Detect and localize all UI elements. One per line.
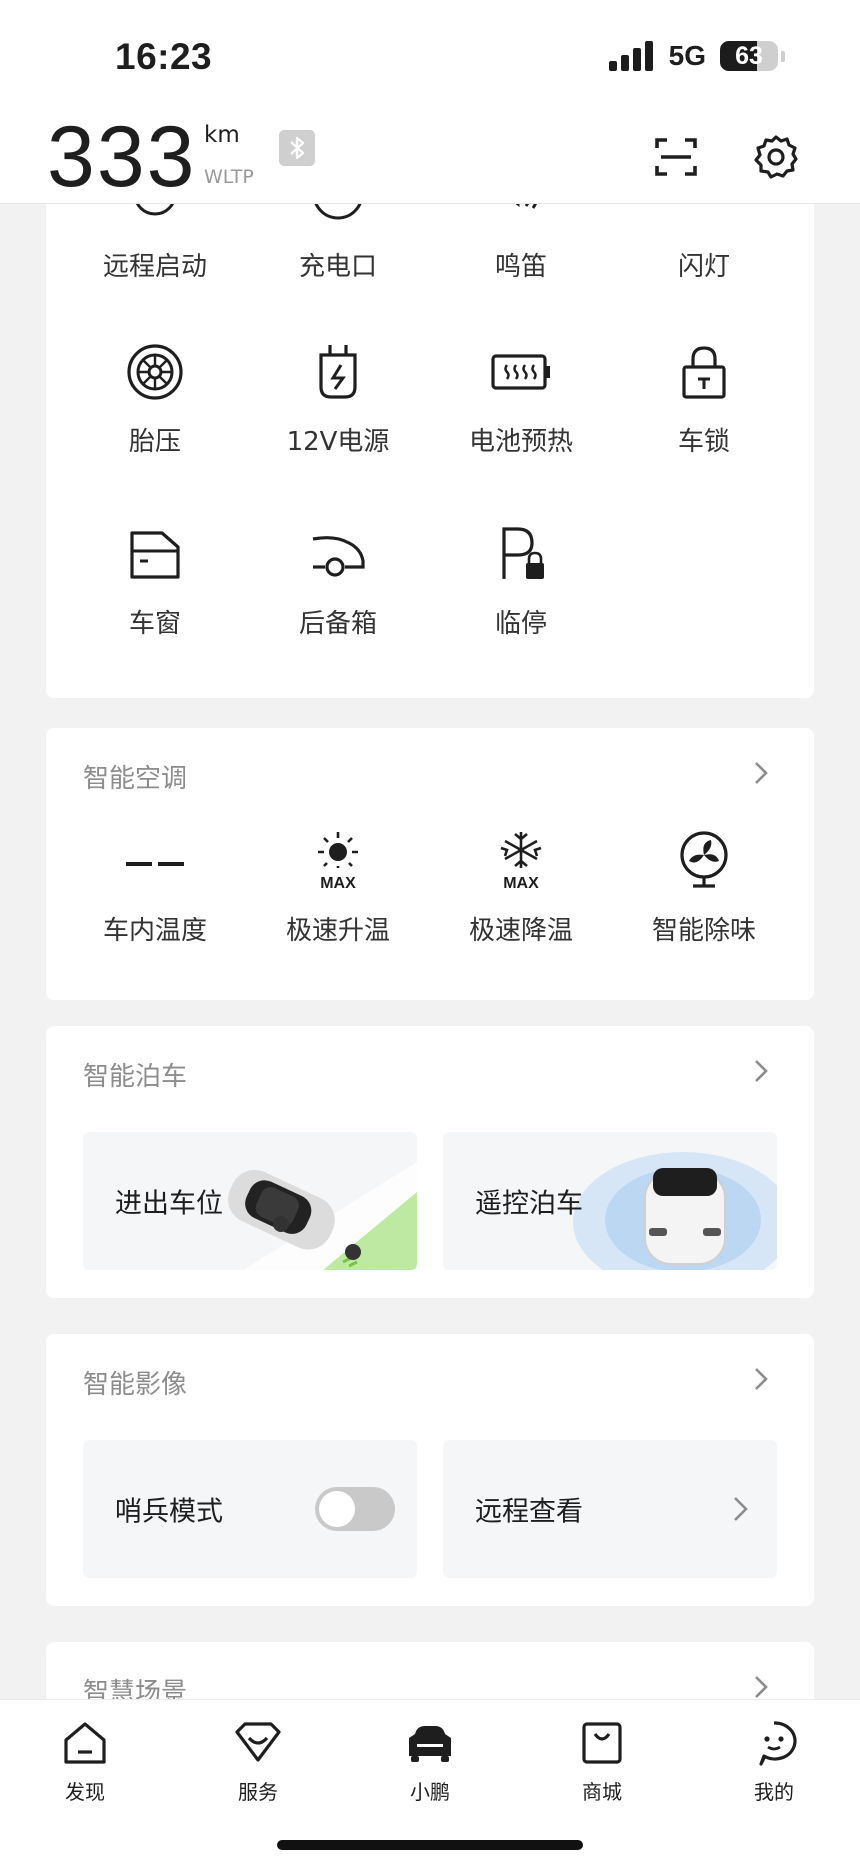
home-indicator bbox=[277, 1840, 583, 1850]
tab-profile[interactable]: 我的 bbox=[714, 1718, 834, 1805]
chevron-right-icon[interactable] bbox=[748, 758, 774, 788]
chevron-right-icon bbox=[734, 1497, 748, 1521]
tile-remote-view[interactable]: 远程查看 bbox=[443, 1440, 777, 1578]
tile-auto-parking-label: 进出车位 bbox=[115, 1188, 223, 1220]
tile-auto-parking[interactable]: 进出车位 bbox=[83, 1132, 417, 1270]
remote-view-label: 远程查看 bbox=[475, 1496, 583, 1528]
tab-shop[interactable]: 商城 bbox=[542, 1718, 662, 1805]
remote-start-icon bbox=[135, 204, 175, 216]
control-remote-start[interactable]: 远程启动 bbox=[64, 204, 246, 283]
climate-title: 智能空调 bbox=[83, 764, 188, 794]
sentry-mode-label: 哨兵模式 bbox=[115, 1496, 223, 1528]
service-icon bbox=[235, 1722, 281, 1762]
camera-title: 智能影像 bbox=[83, 1370, 188, 1400]
tab-xpeng[interactable]: 小鹏 bbox=[370, 1718, 490, 1805]
flash-lights-icon bbox=[671, 204, 737, 230]
battery-level: 63 bbox=[735, 41, 763, 70]
status-time: 16:23 bbox=[115, 36, 213, 77]
battery-tip bbox=[781, 50, 785, 62]
horn-icon bbox=[515, 204, 537, 209]
max-cool-icon: MAX bbox=[500, 832, 542, 892]
remote-parking-illustration bbox=[573, 1152, 777, 1270]
power-12v-icon bbox=[319, 345, 357, 399]
control-tire-pressure[interactable]: 胎压 bbox=[64, 339, 246, 458]
range-value: 333 bbox=[47, 109, 197, 205]
app-header: 333 km WLTP bbox=[0, 110, 860, 204]
control-battery-preheat[interactable]: 电池预热 bbox=[430, 339, 612, 458]
chevron-right-icon[interactable] bbox=[748, 1364, 774, 1394]
battery-preheat-icon bbox=[491, 354, 550, 390]
status-bar: 16:23 5G 63 bbox=[0, 0, 860, 110]
control-flash-lights[interactable]: 闪灯 bbox=[613, 204, 795, 283]
network-type: 5G bbox=[668, 40, 706, 71]
climate-card: 智能空调 车内温度 MAX 极速升温 MAX 极速降温 智能除味 bbox=[46, 728, 814, 1000]
control-temp-parking[interactable]: 临停 bbox=[430, 521, 612, 640]
scan-icon[interactable] bbox=[651, 132, 701, 182]
vehicle-controls-scroll[interactable]: 远程启动 充电口 鸣笛 闪灯 胎压 12V电源 电池预热 车锁 车窗 后备箱 临… bbox=[0, 204, 860, 1699]
camera-card: 智能影像 哨兵模式 远程查看 bbox=[46, 1334, 814, 1606]
range-standard: WLTP bbox=[204, 166, 254, 188]
svg-text:MAX: MAX bbox=[320, 875, 356, 892]
scenes-card: 智慧场景 bbox=[46, 1642, 814, 1699]
climate-max-cool[interactable]: MAX 极速降温 bbox=[430, 828, 612, 947]
vehicle-control-card: 远程启动 充电口 鸣笛 闪灯 胎压 12V电源 电池预热 车锁 车窗 后备箱 临… bbox=[46, 204, 814, 698]
tile-remote-parking[interactable]: 遥控泊车 bbox=[443, 1132, 777, 1270]
max-heat-icon: MAX bbox=[318, 832, 358, 892]
control-horn[interactable]: 鸣笛 bbox=[430, 204, 612, 283]
control-window[interactable]: 车窗 bbox=[64, 521, 246, 640]
bluetooth-icon[interactable] bbox=[279, 130, 315, 166]
settings-icon[interactable] bbox=[751, 132, 801, 182]
svg-text:MAX: MAX bbox=[503, 875, 539, 892]
fan-icon bbox=[680, 831, 728, 888]
car-lock-icon bbox=[682, 346, 726, 399]
climate-cabin-temp[interactable]: 车内温度 bbox=[64, 828, 246, 947]
bottom-tab-bar: 发现 服务 小鹏 商城 我的 bbox=[0, 1699, 860, 1864]
temp-parking-icon bbox=[502, 527, 544, 579]
tab-service[interactable]: 服务 bbox=[198, 1718, 318, 1805]
control-12v-power[interactable]: 12V电源 bbox=[247, 339, 429, 458]
car-parking-illustration bbox=[228, 1162, 417, 1270]
toggle-knob bbox=[319, 1491, 355, 1527]
parking-title: 智能泊车 bbox=[83, 1062, 188, 1092]
window-icon bbox=[130, 531, 180, 579]
tab-discover[interactable]: 发现 bbox=[25, 1718, 145, 1805]
climate-deodorize[interactable]: 智能除味 bbox=[613, 828, 795, 947]
battery-indicator: 63 bbox=[720, 41, 778, 71]
tire-pressure-icon bbox=[127, 344, 183, 400]
parking-card: 智能泊车 进出车位 遥控泊车 bbox=[46, 1026, 814, 1298]
climate-max-heat[interactable]: MAX 极速升温 bbox=[247, 828, 429, 947]
shop-icon bbox=[582, 1722, 622, 1764]
range-unit: km bbox=[204, 122, 240, 148]
cabin-temp-icon bbox=[126, 862, 184, 866]
status-indicators: 5G 63 bbox=[608, 40, 785, 72]
charge-port-icon bbox=[314, 204, 362, 220]
signal-icon bbox=[608, 41, 653, 71]
chevron-right-icon[interactable] bbox=[748, 1056, 774, 1086]
chevron-right-icon[interactable] bbox=[748, 1672, 774, 1699]
car-icon bbox=[409, 1726, 451, 1762]
control-charge-port[interactable]: 充电口 bbox=[247, 204, 429, 283]
discover-icon bbox=[64, 1722, 106, 1764]
tile-remote-parking-label: 遥控泊车 bbox=[475, 1188, 583, 1220]
sentry-mode-toggle[interactable] bbox=[315, 1487, 395, 1531]
control-trunk[interactable]: 后备箱 bbox=[247, 521, 429, 640]
control-car-lock[interactable]: 车锁 bbox=[613, 339, 795, 458]
profile-icon bbox=[759, 1721, 797, 1766]
scenes-title: 智慧场景 bbox=[83, 1678, 188, 1699]
trunk-icon bbox=[312, 536, 365, 577]
tile-sentry-mode: 哨兵模式 bbox=[83, 1440, 417, 1578]
